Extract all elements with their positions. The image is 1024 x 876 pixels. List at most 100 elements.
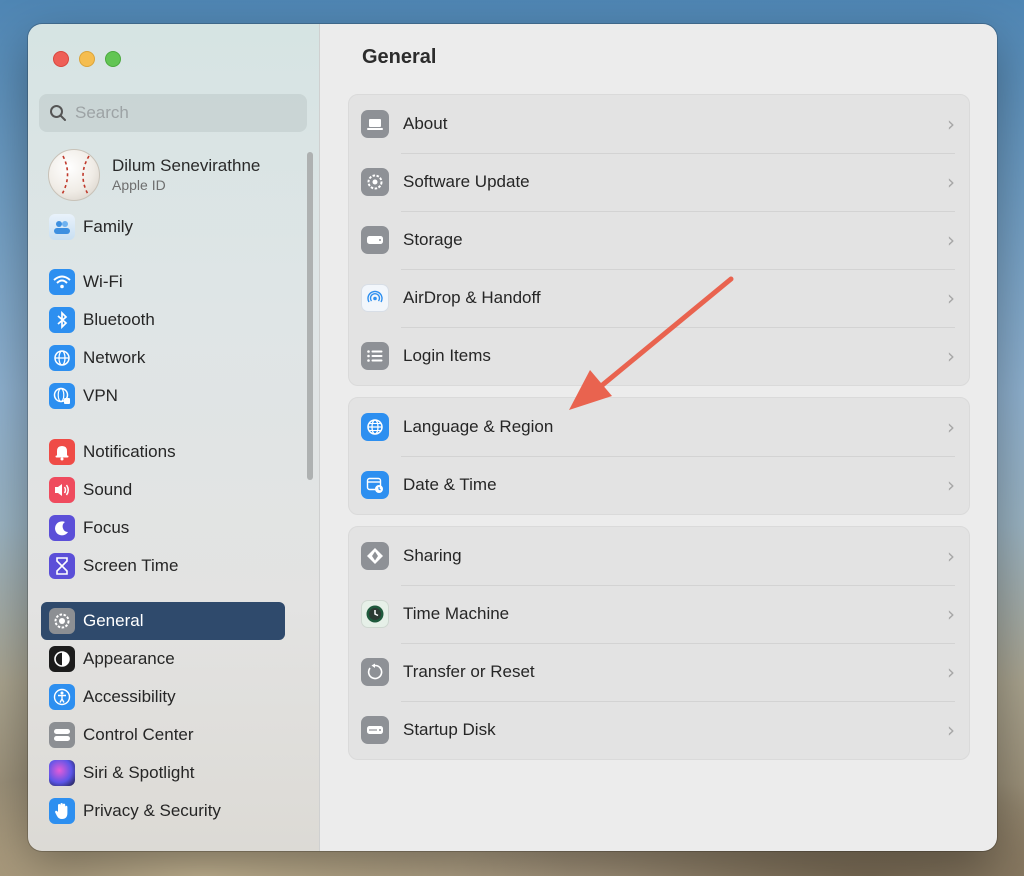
disk-icon (361, 716, 389, 744)
sidebar-item-family[interactable]: Family (41, 208, 285, 246)
sidebar: Dilum Senevirathne Apple ID Family Wi-Fi (28, 24, 320, 851)
chevron-right-icon: › (947, 473, 955, 497)
chevron-right-icon: › (947, 170, 955, 194)
family-icon (49, 214, 75, 240)
general-pane: General About › Software Update › Storag… (320, 24, 997, 851)
sidebar-item-label: General (83, 611, 144, 630)
zoom-button[interactable] (105, 51, 121, 67)
sidebar-item-siri-spotlight[interactable]: Siri & Spotlight (41, 754, 285, 792)
sidebar-item-label: Screen Time (83, 556, 179, 575)
search-field[interactable] (39, 94, 307, 132)
wifi-icon (49, 269, 75, 295)
row-label: Transfer or Reset (403, 662, 535, 681)
gear-icon (49, 608, 75, 634)
sidebar-item-wifi[interactable]: Wi-Fi (41, 263, 285, 301)
chevron-right-icon: › (947, 602, 955, 626)
minimize-button[interactable] (79, 51, 95, 67)
row-date-time[interactable]: Date & Time › (349, 456, 969, 514)
sidebar-item-label: Appearance (83, 649, 175, 668)
sidebar-item-network[interactable]: Network (41, 339, 285, 377)
profile-subtitle: Apple ID (112, 177, 166, 193)
chevron-right-icon: › (947, 544, 955, 568)
apple-id-profile[interactable]: Dilum Senevirathne Apple ID (48, 149, 260, 201)
chevron-right-icon: › (947, 112, 955, 136)
row-label: Sharing (403, 546, 462, 565)
row-language-region[interactable]: Language & Region › (349, 398, 969, 456)
baseball-icon (60, 155, 90, 197)
search-input[interactable] (75, 103, 295, 123)
bell-icon (49, 439, 75, 465)
sidebar-item-label: Control Center (83, 725, 194, 744)
vpn-globe-icon (49, 383, 75, 409)
sidebar-item-label: Focus (83, 518, 130, 537)
sidebar-item-focus[interactable]: Focus (41, 509, 285, 547)
sidebar-item-general[interactable]: General (41, 602, 285, 640)
chevron-right-icon: › (947, 415, 955, 439)
row-label: Software Update (403, 172, 530, 191)
row-label: Time Machine (403, 604, 510, 623)
siri-icon (49, 760, 75, 786)
sharing-icon (361, 542, 389, 570)
sidebar-scrollbar[interactable] (307, 152, 313, 480)
sidebar-item-label: Family (83, 217, 134, 236)
search-icon (50, 105, 66, 121)
sidebar-item-privacy-security[interactable]: Privacy & Security (41, 792, 285, 830)
sidebar-item-vpn[interactable]: VPN (41, 377, 285, 415)
chevron-right-icon: › (947, 660, 955, 684)
row-transfer-reset[interactable]: Transfer or Reset › (349, 643, 969, 701)
system-settings-window: Dilum Senevirathne Apple ID Family Wi-Fi (28, 24, 997, 851)
sidebar-item-label: Privacy & Security (83, 801, 221, 820)
settings-group-1: About › Software Update › Storage › AirD… (348, 94, 970, 386)
reset-icon (361, 658, 389, 686)
hourglass-icon (49, 553, 75, 579)
chevron-right-icon: › (947, 228, 955, 252)
row-startup-disk[interactable]: Startup Disk › (349, 701, 969, 759)
accessibility-icon (49, 684, 75, 710)
sidebar-item-label: Network (83, 348, 146, 367)
page-title: General (362, 46, 437, 68)
sidebar-item-label: Bluetooth (83, 310, 155, 329)
row-airdrop-handoff[interactable]: AirDrop & Handoff › (349, 269, 969, 327)
profile-name: Dilum Senevirathne (112, 156, 261, 175)
chevron-right-icon: › (947, 718, 955, 742)
chevron-right-icon: › (947, 344, 955, 368)
row-about[interactable]: About › (349, 95, 969, 153)
row-storage[interactable]: Storage › (349, 211, 969, 269)
laptop-icon (361, 110, 389, 138)
row-label: Login Items (403, 346, 491, 365)
row-label: AirDrop & Handoff (403, 288, 541, 307)
hand-icon (49, 798, 75, 824)
bluetooth-icon (49, 307, 75, 333)
row-time-machine[interactable]: Time Machine › (349, 585, 969, 643)
sidebar-item-appearance[interactable]: Appearance (41, 640, 285, 678)
globe-icon (49, 345, 75, 371)
globe-icon (361, 413, 389, 441)
list-icon (361, 342, 389, 370)
row-software-update[interactable]: Software Update › (349, 153, 969, 211)
moon-icon (49, 515, 75, 541)
sidebar-item-control-center[interactable]: Control Center (41, 716, 285, 754)
sidebar-item-label: Wi-Fi (83, 272, 123, 291)
sidebar-item-accessibility[interactable]: Accessibility (41, 678, 285, 716)
sidebar-item-label: Notifications (83, 442, 176, 461)
sidebar-item-sound[interactable]: Sound (41, 471, 285, 509)
sidebar-item-screen-time[interactable]: Screen Time (41, 547, 285, 585)
sidebar-item-bluetooth[interactable]: Bluetooth (41, 301, 285, 339)
sidebar-item-label: Accessibility (83, 687, 176, 706)
settings-group-3: Sharing › Time Machine › Transfer or Res… (348, 526, 970, 760)
airdrop-icon (361, 284, 389, 312)
row-label: Language & Region (403, 417, 554, 436)
row-label: Date & Time (403, 475, 497, 494)
avatar (48, 149, 100, 201)
drive-icon (361, 226, 389, 254)
close-button[interactable] (53, 51, 69, 67)
row-sharing[interactable]: Sharing › (349, 527, 969, 585)
window-controls (53, 51, 121, 67)
sidebar-item-label: VPN (83, 386, 118, 405)
row-login-items[interactable]: Login Items › (349, 327, 969, 385)
sidebar-item-label: Sound (83, 480, 133, 499)
sidebar-item-notifications[interactable]: Notifications (41, 433, 285, 471)
settings-group-2: Language & Region › Date & Time › (348, 397, 970, 515)
speaker-icon (49, 477, 75, 503)
chevron-right-icon: › (947, 286, 955, 310)
